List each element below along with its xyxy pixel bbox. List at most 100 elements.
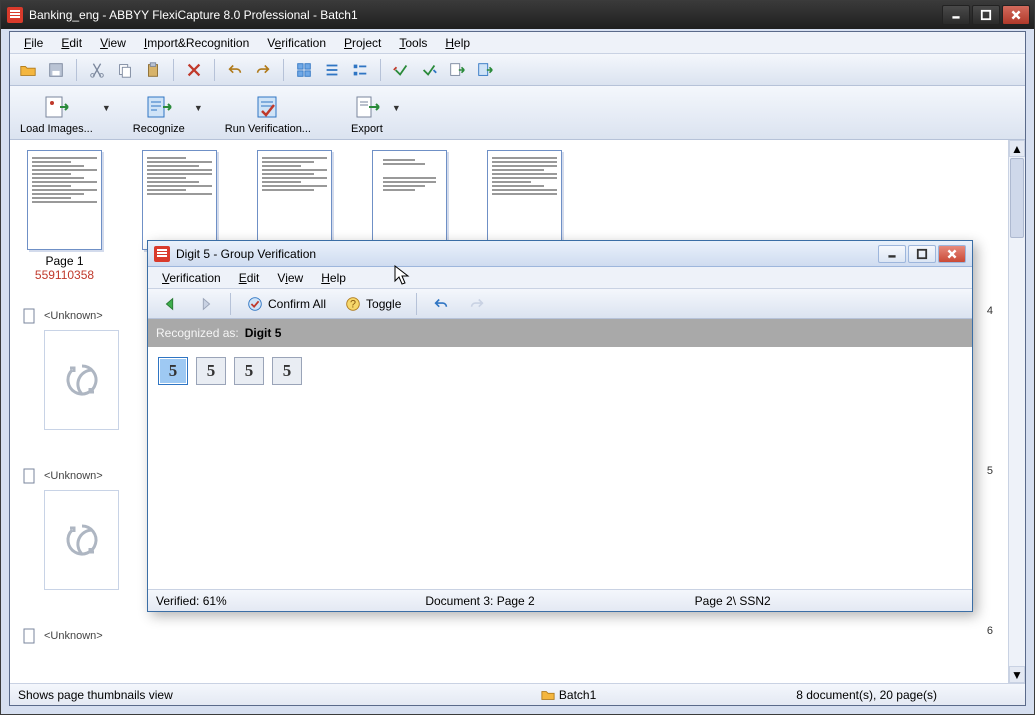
page-thumbnail[interactable] (252, 150, 337, 250)
save-icon[interactable] (44, 58, 68, 82)
vertical-scrollbar[interactable]: ▲ ▼ (1008, 140, 1025, 683)
recognized-as-value: Digit 5 (245, 326, 282, 340)
dialog-menu-verification[interactable]: Verification (154, 269, 229, 287)
menu-project[interactable]: Project (336, 34, 389, 52)
statusbar: Shows page thumbnails view Batch1 8 docu… (10, 683, 1025, 705)
row-number: 5 (987, 465, 997, 477)
dialog-undo-button[interactable] (425, 292, 457, 316)
copy-icon[interactable] (113, 58, 137, 82)
export-button[interactable]: Export ▼ (351, 93, 383, 135)
status-document: Document 3: Page 2 (425, 594, 694, 608)
digit-chip[interactable]: 5 (196, 357, 226, 385)
row-number: 4 (987, 305, 997, 317)
app-icon (7, 7, 23, 23)
row-number: 6 (987, 625, 997, 637)
export-data-icon[interactable] (445, 58, 469, 82)
export-label: Export (351, 123, 383, 135)
status-batch: Batch1 (559, 688, 596, 702)
scroll-thumb[interactable] (1010, 158, 1024, 238)
undo-icon[interactable] (223, 58, 247, 82)
dialog-close-button[interactable] (938, 245, 966, 263)
load-images-button[interactable]: Load Images... ▼ (20, 93, 93, 135)
dropdown-icon[interactable]: ▼ (194, 103, 203, 113)
export-images-icon[interactable] (473, 58, 497, 82)
verify-prev-icon[interactable] (389, 58, 413, 82)
menu-help[interactable]: Help (437, 34, 478, 52)
run-verification-button[interactable]: Run Verification... (225, 93, 311, 135)
main-menubar: File Edit View Import&Recognition Verifi… (10, 32, 1025, 54)
status-verified: Verified: 61% (156, 594, 425, 608)
document-icon (22, 308, 38, 324)
recognized-as-bar: Recognized as: Digit 5 (148, 319, 972, 347)
run-verification-label: Run Verification... (225, 123, 311, 135)
unknown-label: <Unknown> (44, 310, 103, 322)
confirm-all-button[interactable]: Confirm All (239, 292, 333, 316)
menu-file[interactable]: File (16, 34, 51, 52)
menu-edit[interactable]: Edit (53, 34, 90, 52)
page-thumbnail[interactable] (367, 150, 452, 250)
page-thumbnail[interactable] (137, 150, 222, 250)
digit-chip[interactable]: 5 (234, 357, 264, 385)
menu-tools[interactable]: Tools (391, 34, 435, 52)
dialog-minimize-button[interactable] (878, 245, 906, 263)
main-toolbar (10, 54, 1025, 86)
digit-chip[interactable]: 5 (272, 357, 302, 385)
folder-icon (541, 688, 555, 702)
open-icon[interactable] (16, 58, 40, 82)
window-title: Banking_eng - ABBYY FlexiCapture 8.0 Pro… (29, 8, 358, 22)
dialog-body: 5 5 5 5 (148, 347, 972, 589)
load-images-label: Load Images... (20, 123, 93, 135)
dialog-title: Digit 5 - Group Verification (176, 247, 316, 261)
app-icon (154, 246, 170, 262)
dialog-menu-view[interactable]: View (269, 269, 311, 287)
page-thumbnail[interactable] (482, 150, 567, 250)
big-toolbar: Load Images... ▼ Recognize ▼ Run Verific… (10, 86, 1025, 140)
loading-thumbnail[interactable] (44, 330, 119, 430)
document-icon (22, 628, 38, 644)
dialog-titlebar[interactable]: Digit 5 - Group Verification (148, 241, 972, 267)
menu-verification[interactable]: Verification (259, 34, 334, 52)
close-button[interactable] (1002, 5, 1030, 25)
dropdown-icon[interactable]: ▼ (392, 103, 401, 113)
view-thumbnails-icon[interactable] (292, 58, 316, 82)
recognize-button[interactable]: Recognize ▼ (133, 93, 185, 135)
dialog-menu-help[interactable]: Help (313, 269, 354, 287)
paste-icon[interactable] (141, 58, 165, 82)
redo-icon[interactable] (251, 58, 275, 82)
dialog-menubar: Verification Edit View Help (148, 267, 972, 289)
minimize-button[interactable] (942, 5, 970, 25)
view-details-icon[interactable] (348, 58, 372, 82)
dialog-menu-edit[interactable]: Edit (231, 269, 268, 287)
dialog-statusbar: Verified: 61% Document 3: Page 2 Page 2\… (148, 589, 972, 611)
recognized-as-label: Recognized as: (156, 326, 239, 340)
menu-import-recognition[interactable]: Import&Recognition (136, 34, 257, 52)
status-hint: Shows page thumbnails view (18, 688, 521, 702)
status-count: 8 document(s), 20 page(s) (796, 688, 937, 702)
scroll-up-icon[interactable]: ▲ (1009, 140, 1025, 157)
menu-view[interactable]: View (92, 34, 134, 52)
scroll-down-icon[interactable]: ▼ (1009, 666, 1025, 683)
dialog-maximize-button[interactable] (908, 245, 936, 263)
loading-thumbnail[interactable] (44, 490, 119, 590)
confirm-all-icon (246, 295, 264, 313)
toggle-button[interactable]: ? Toggle (337, 292, 408, 316)
delete-icon[interactable] (182, 58, 206, 82)
dropdown-icon[interactable]: ▼ (102, 103, 111, 113)
page-thumbnail[interactable]: Page 1 559110358 (22, 150, 107, 282)
dialog-redo-button[interactable] (461, 292, 493, 316)
dialog-toolbar: Confirm All ? Toggle (148, 289, 972, 319)
unknown-label: <Unknown> (44, 470, 103, 482)
verify-next-icon[interactable] (417, 58, 441, 82)
next-button[interactable] (190, 292, 222, 316)
recognize-label: Recognize (133, 123, 185, 135)
confirm-all-label: Confirm All (268, 297, 326, 311)
svg-text:?: ? (350, 298, 356, 310)
cut-icon[interactable] (85, 58, 109, 82)
maximize-button[interactable] (972, 5, 1000, 25)
group-verification-dialog: Digit 5 - Group Verification Verificatio… (147, 240, 973, 612)
digit-chip[interactable]: 5 (158, 357, 188, 385)
toggle-icon: ? (344, 295, 362, 313)
prev-button[interactable] (154, 292, 186, 316)
titlebar[interactable]: Banking_eng - ABBYY FlexiCapture 8.0 Pro… (1, 1, 1034, 29)
view-list-icon[interactable] (320, 58, 344, 82)
